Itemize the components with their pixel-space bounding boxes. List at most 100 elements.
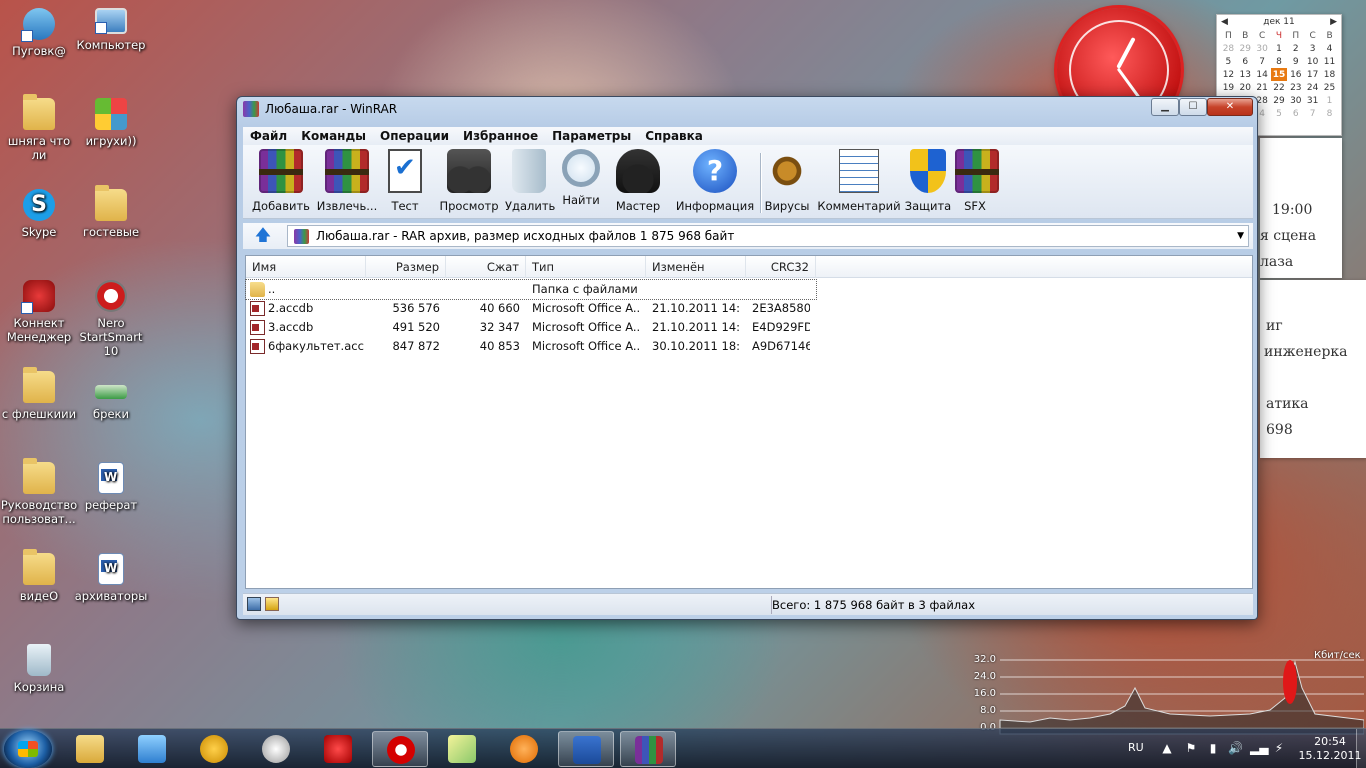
taskbar-media-button[interactable] (124, 731, 180, 767)
desktop-icon[interactable]: бреки (72, 371, 150, 421)
desktop-icon[interactable]: гостевые (72, 185, 150, 239)
tray-clock[interactable]: 20:54 15.12.2011 (1298, 735, 1362, 763)
calendar-day[interactable]: 11 (1321, 55, 1338, 68)
calendar-day[interactable]: 16 (1287, 68, 1304, 81)
calendar-day[interactable]: 4 (1321, 42, 1338, 55)
column-header[interactable]: Размер (366, 256, 446, 278)
start-button[interactable] (4, 730, 52, 768)
column-header[interactable]: Тип (526, 256, 646, 278)
calendar-day[interactable]: 3 (1304, 42, 1321, 55)
calendar-day[interactable]: 28 (1220, 42, 1237, 55)
menu-item[interactable]: Команды (294, 127, 373, 145)
calendar-day[interactable]: 25 (1321, 81, 1338, 94)
calendar-day[interactable]: 20 (1237, 81, 1254, 94)
calendar-day[interactable]: 5 (1220, 55, 1237, 68)
power-icon[interactable]: ⚡ (1272, 741, 1286, 755)
toolbar-button[interactable]: Извлечь... (315, 149, 379, 213)
winrar-app-icon[interactable] (243, 101, 259, 117)
toolbar-button[interactable]: Защита (903, 149, 953, 213)
taskbar-opera-button[interactable] (372, 731, 428, 767)
calendar-day[interactable]: 5 (1271, 107, 1288, 120)
menu-item[interactable]: Операции (373, 127, 456, 145)
calendar-day[interactable]: 30 (1287, 94, 1304, 107)
desktop-icon[interactable]: реферат (72, 462, 150, 512)
calendar-day[interactable]: 17 (1304, 68, 1321, 81)
toolbar-button[interactable]: Добавить (251, 149, 311, 213)
table-row[interactable]: 3.accdb 491 520 32 347 Microsoft Office A..… (246, 318, 816, 337)
language-indicator[interactable]: RU (1128, 741, 1144, 754)
lock-icon[interactable] (265, 597, 279, 611)
calendar-day[interactable]: 19 (1220, 81, 1237, 94)
toolbar-button[interactable]: Вирусы (763, 149, 811, 213)
calendar-day[interactable]: 23 (1287, 81, 1304, 94)
taskbar-winrar-button[interactable] (620, 731, 676, 767)
desktop-icon[interactable]: Компьютер (72, 8, 150, 52)
calendar-day[interactable]: 2 (1287, 42, 1304, 55)
chevron-down-icon[interactable]: ▼ (1237, 226, 1244, 246)
taskbar-clock-button[interactable] (248, 731, 304, 767)
calendar-day[interactable]: 6 (1237, 55, 1254, 68)
action-center-icon[interactable]: ⚑ (1184, 741, 1198, 755)
calendar-day[interactable]: 31 (1304, 94, 1321, 107)
table-row[interactable]: 2.accdb 536 576 40 660 Microsoft Office A..… (246, 299, 816, 318)
volume-icon[interactable]: 🔊 (1228, 741, 1243, 755)
network-meter-gadget[interactable]: 32.024.016.08.00.0 Кбит/сек (970, 648, 1365, 736)
calendar-day[interactable]: 14 (1254, 68, 1271, 81)
drive-icon[interactable] (247, 597, 261, 611)
menu-item[interactable]: Избранное (456, 127, 545, 145)
calendar-day[interactable]: 7 (1304, 107, 1321, 120)
battery-icon[interactable]: ▮ (1206, 741, 1220, 755)
desktop-icon[interactable]: Пуговк@ (0, 8, 78, 58)
taskbar-notes-button[interactable] (434, 731, 490, 767)
address-field[interactable]: Любаша.rar - RAR архив, размер исходных … (287, 225, 1249, 247)
toolbar-button[interactable]: Просмотр (437, 149, 501, 213)
menu-item[interactable]: Справка (638, 127, 710, 145)
calendar-day[interactable]: 10 (1304, 55, 1321, 68)
desktop-icon[interactable]: видеО (0, 549, 78, 603)
toolbar-button[interactable]: Удалить (505, 149, 555, 213)
desktop-icon[interactable]: Коннект Менеджер (0, 280, 78, 344)
calendar-day[interactable]: 6 (1287, 107, 1304, 120)
desktop-icon[interactable]: шняга что ли (0, 94, 78, 162)
taskbar-word-button[interactable] (558, 731, 614, 767)
desktop-icon[interactable]: Руководство пользоват... (0, 458, 78, 526)
calendar-day[interactable]: 22 (1271, 81, 1288, 94)
calendar-day[interactable]: 15 (1270, 68, 1288, 81)
calendar-day[interactable]: 7 (1254, 55, 1271, 68)
calendar-day[interactable]: 24 (1304, 81, 1321, 94)
table-row[interactable]: 6факультет.acc... 847 872 40 853 Microsoft … (246, 337, 816, 356)
desktop-icon[interactable]: Корзина (0, 644, 78, 694)
file-list[interactable]: Имя Размер Сжат Тип Изменён CRC32 .. Папка с ф… (245, 255, 1253, 589)
minimize-button[interactable]: ▁ (1151, 98, 1179, 116)
calendar-day[interactable]: 9 (1287, 55, 1304, 68)
calendar-next-icon[interactable]: ▶ (1330, 15, 1341, 29)
calendar-day[interactable]: 1 (1271, 42, 1288, 55)
desktop-icon[interactable]: с флешкиии (0, 367, 78, 421)
table-row[interactable]: .. Папка с файлами (245, 279, 817, 300)
menu-item[interactable]: Файл (243, 127, 294, 145)
taskbar-mail-button[interactable] (496, 731, 552, 767)
taskbar-pin-button[interactable] (310, 731, 366, 767)
toolbar-button[interactable]: ? Информация (669, 149, 761, 213)
toolbar-button[interactable]: Мастер (613, 149, 663, 213)
column-header[interactable]: Изменён (646, 256, 746, 278)
toolbar-button[interactable]: Тест (383, 149, 427, 213)
winrar-window[interactable]: Любаша.rar - WinRAR ▁ ☐ ✕ Файл Команды Опе… (236, 96, 1258, 620)
taskbar-explorer-button[interactable] (62, 731, 118, 767)
column-header[interactable]: Имя (246, 256, 366, 278)
desktop-icon[interactable]: архиваторы (72, 553, 150, 603)
menu-item[interactable]: Параметры (545, 127, 638, 145)
note-gadget-2[interactable]: иг инженерка атика 698 (1260, 280, 1366, 458)
calendar-day[interactable]: 21 (1254, 81, 1271, 94)
calendar-day[interactable]: 8 (1271, 55, 1288, 68)
calendar-day[interactable]: 12 (1220, 68, 1237, 81)
calendar-day[interactable]: 30 (1254, 42, 1271, 55)
desktop-icon[interactable]: игрухи)) (72, 98, 150, 148)
calendar-day[interactable]: 18 (1321, 68, 1338, 81)
calendar-prev-icon[interactable]: ◀ (1217, 15, 1228, 29)
close-button[interactable]: ✕ (1207, 98, 1253, 116)
calendar-day[interactable]: 13 (1237, 68, 1254, 81)
maximize-button[interactable]: ☐ (1179, 98, 1207, 116)
desktop-icon[interactable]: S Skype (0, 189, 78, 239)
toolbar-button[interactable]: Найти (559, 149, 603, 207)
